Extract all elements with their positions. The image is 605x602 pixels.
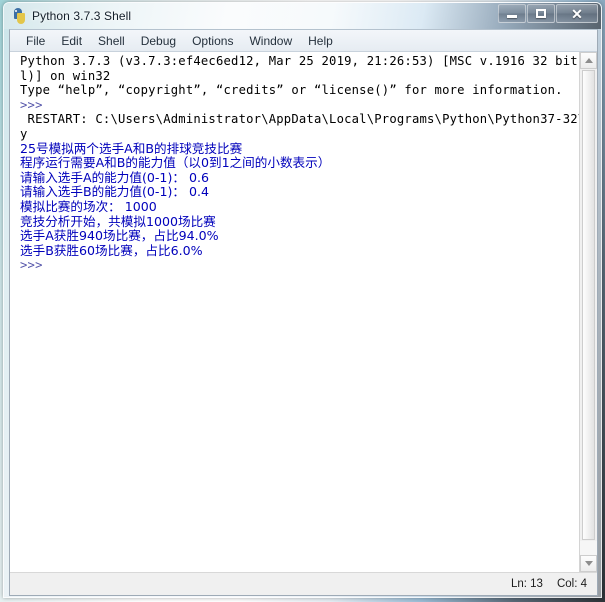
shell-line: 模拟比赛的场次： 1000 — [20, 198, 157, 214]
status-line-indicator: Ln: 13 — [510, 578, 543, 590]
maximize-button[interactable] — [527, 4, 555, 23]
menu-item-edit[interactable]: Edit — [53, 33, 90, 49]
vertical-scrollbar[interactable] — [579, 52, 597, 572]
menubar: File Edit Shell Debug Options Window Hel… — [10, 30, 597, 52]
scroll-up-arrow-icon — [584, 58, 593, 63]
menu-item-file[interactable]: File — [18, 33, 53, 49]
python-shell-window: Python 3.7.3 Shell ✕ File Edit Shell Deb… — [3, 2, 602, 598]
scroll-up-button[interactable] — [580, 52, 597, 69]
minimize-icon — [507, 15, 517, 18]
shell-line: y — [20, 126, 28, 141]
shell-line: >>> — [20, 97, 51, 112]
shell-line: Python 3.7.3 (v3.7.3:ef4ec6ed12, Mar 25 … — [20, 54, 579, 68]
scrollbar-track[interactable] — [580, 541, 597, 555]
statusbar: Ln: 13 Col: 4 — [10, 572, 597, 595]
window-title: Python 3.7.3 Shell — [32, 9, 132, 23]
shell-text-row: Python 3.7.3 (v3.7.3:ef4ec6ed12, Mar 25 … — [10, 52, 597, 572]
menu-item-options[interactable]: Options — [184, 33, 241, 49]
scrollbar-thumb[interactable] — [582, 70, 595, 540]
window-client-area: File Edit Shell Debug Options Window Hel… — [9, 29, 598, 596]
menu-item-help[interactable]: Help — [300, 33, 341, 49]
desktop-background: Python 3.7.3 Shell ✕ File Edit Shell Deb… — [0, 0, 605, 602]
window-controls: ✕ — [498, 4, 598, 23]
close-icon: ✕ — [571, 5, 583, 22]
shell-line: Type “help”, “copyright”, “credits” or “… — [20, 83, 563, 98]
shell-line: 选手B获胜60场比赛，占比6.0% — [20, 242, 203, 258]
python-icon — [11, 8, 27, 24]
shell-line: >>> — [20, 258, 51, 273]
shell-output-text[interactable]: Python 3.7.3 (v3.7.3:ef4ec6ed12, Mar 25 … — [10, 52, 579, 572]
maximize-icon — [536, 9, 546, 18]
menu-item-debug[interactable]: Debug — [133, 33, 184, 49]
shell-line: l)] on win32 — [20, 68, 111, 83]
scroll-down-arrow-icon — [584, 561, 593, 566]
minimize-button[interactable] — [498, 4, 526, 23]
shell-line: 25号模拟两个选手A和B的排球竞技比赛 — [20, 140, 243, 156]
status-column-indicator: Col: 4 — [556, 578, 587, 590]
close-button[interactable]: ✕ — [556, 4, 598, 23]
shell-line: 竞技分析开始，共模拟1000场比赛 — [20, 213, 216, 229]
shell-line: RESTART: C:\Users\Administrator\AppData\… — [20, 112, 579, 127]
shell-line: 选手A获胜940场比赛，占比94.0% — [20, 228, 219, 244]
window-titlebar[interactable]: Python 3.7.3 Shell ✕ — [4, 3, 601, 29]
shell-line: 程序运行需要A和B的能力值（以0到1之间的小数表示） — [20, 155, 331, 171]
shell-line: 请输入选手A的能力值(0-1)： 0.6 — [20, 169, 209, 185]
menu-item-window[interactable]: Window — [241, 33, 300, 49]
shell-line: 请输入选手B的能力值(0-1)： 0.4 — [20, 184, 210, 200]
menu-item-shell[interactable]: Shell — [90, 33, 133, 49]
scroll-down-button[interactable] — [580, 555, 597, 572]
